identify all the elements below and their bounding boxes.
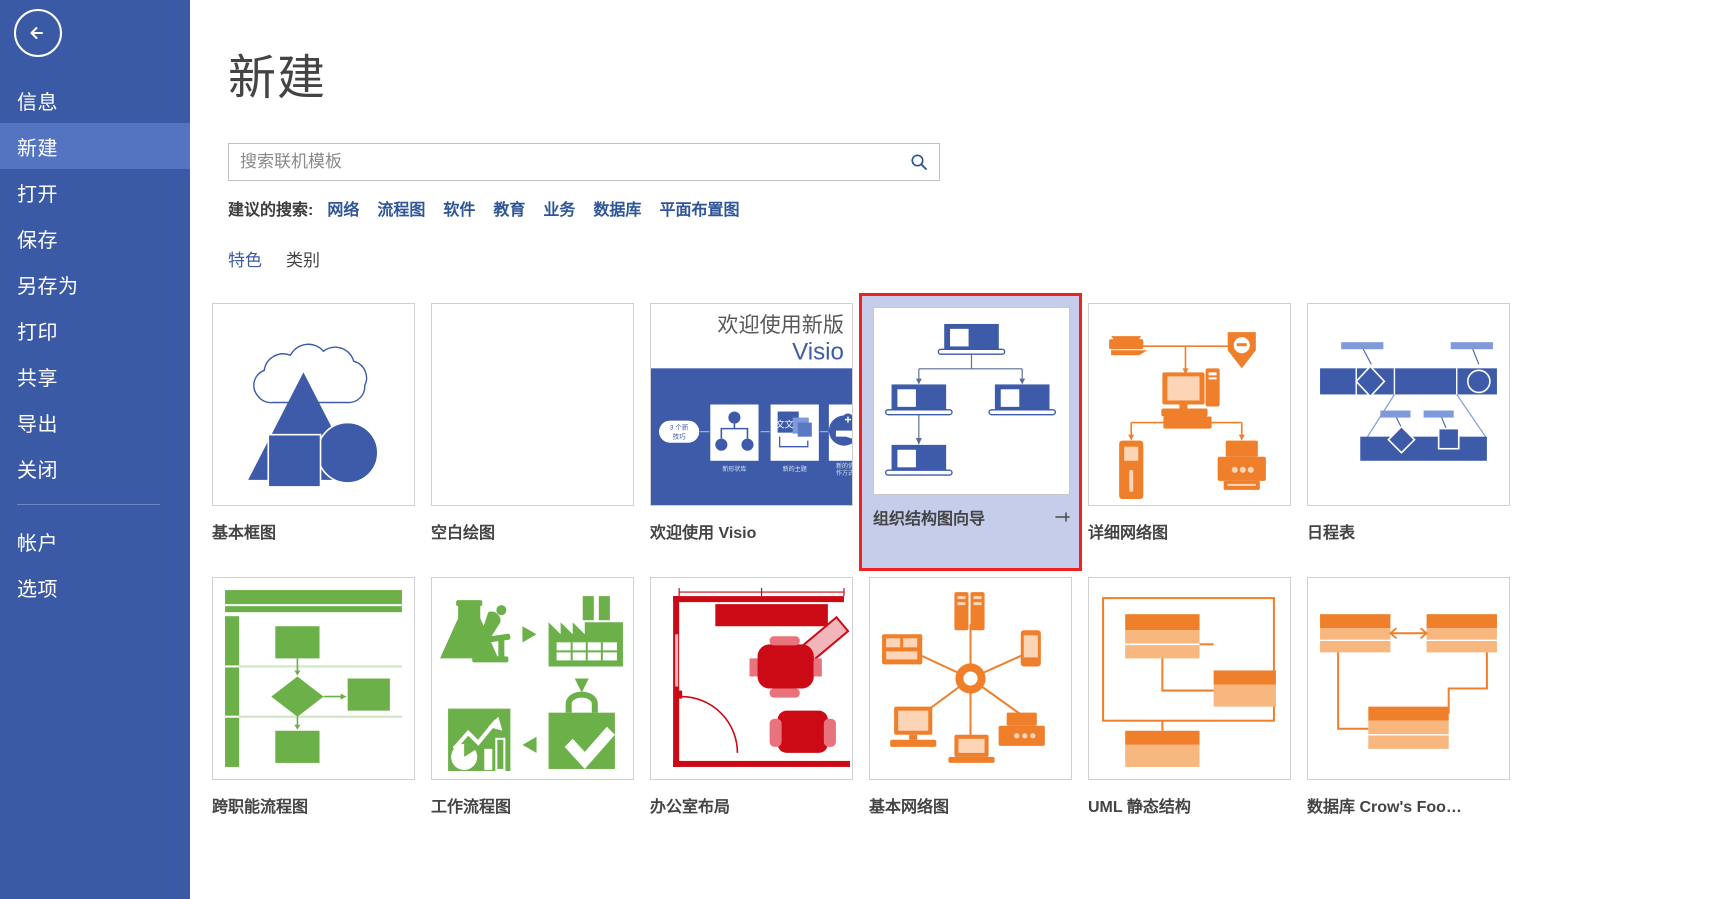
suggested-link-software[interactable]: 软件 — [443, 196, 475, 220]
svg-text:欢迎使用新版: 欢迎使用新版 — [717, 313, 844, 337]
template-card-label: 欢迎使用 Visio — [650, 525, 757, 542]
template-card-welcome-visio[interactable]: 欢迎使用新版 Visio 3 个新 技巧 新形状库 文文 新的主题 新的 作方 … — [642, 295, 861, 569]
template-card-basic-diagram[interactable]: 基本框图 — [204, 295, 423, 569]
template-card-org-chart-wizard[interactable]: 组织结构图向导 — [859, 293, 1082, 571]
sidebar-item-label: 导出 — [17, 413, 58, 436]
search-box[interactable] — [228, 143, 940, 181]
sidebar-item-new[interactable]: 新建 — [0, 123, 190, 169]
sidebar-item-label: 选项 — [17, 578, 58, 601]
template-card-label: 数据库 Crow's Foo… — [1307, 799, 1462, 816]
sidebar: 信息 新建 打开 保存 另存为 打印 共享 导出 关闭 帐户 选项 — [0, 0, 190, 899]
back-arrow-icon[interactable] — [14, 9, 62, 57]
template-card-label: 基本网络图 — [869, 799, 950, 816]
template-card-cross-functional[interactable]: 跨职能流程图 — [204, 569, 423, 843]
template-card-detailed-network[interactable]: 详细网络图 — [1080, 295, 1299, 569]
template-thumbnail-detailed-network — [1088, 303, 1291, 506]
template-card-timeline[interactable]: 日程表 — [1299, 295, 1518, 569]
svg-text:文文: 文文 — [776, 419, 794, 430]
sidebar-item-info[interactable]: 信息 — [0, 77, 190, 123]
sidebar-item-close[interactable]: 关闭 — [0, 445, 190, 491]
sidebar-item-options[interactable]: 选项 — [0, 564, 190, 610]
template-card-label: 详细网络图 — [1088, 525, 1169, 542]
template-card-uml-static[interactable]: UML 静态结构 — [1080, 569, 1299, 843]
suggested-link-network[interactable]: 网络 — [327, 196, 359, 220]
template-thumbnail-blank-drawing — [431, 303, 634, 506]
page-title: 新建 — [228, 52, 327, 105]
sidebar-item-saveas[interactable]: 另存为 — [0, 261, 190, 307]
suggested-searches-label: 建议的搜索: — [228, 202, 314, 219]
visio-backstage-new-screen: 信息 新建 打开 保存 另存为 打印 共享 导出 关闭 帐户 选项 新建 搜索联… — [0, 0, 1712, 899]
svg-text:作方式: 作方式 — [836, 469, 852, 477]
suggested-link-database[interactable]: 数据库 — [593, 196, 641, 220]
search-input[interactable] — [229, 144, 899, 180]
sidebar-item-label: 另存为 — [17, 275, 79, 298]
tab-categories[interactable]: 类别 — [286, 246, 320, 273]
sidebar-item-share[interactable]: 共享 — [0, 353, 190, 399]
suggested-link-flowchart[interactable]: 流程图 — [377, 196, 425, 220]
template-thumbnail-uml-static — [1088, 577, 1291, 780]
suggested-link-education[interactable]: 教育 — [493, 196, 525, 220]
template-card-label: 办公室布局 — [650, 799, 731, 816]
sidebar-item-print[interactable]: 打印 — [0, 307, 190, 353]
sidebar-item-label: 打印 — [17, 321, 58, 344]
sidebar-divider — [17, 504, 160, 505]
template-thumbnail-basic-network — [869, 577, 1072, 780]
sidebar-item-label: 共享 — [17, 367, 58, 390]
pin-icon[interactable] — [1054, 509, 1070, 525]
sidebar-item-label: 打开 — [17, 183, 58, 206]
template-card-label: 组织结构图向导 — [873, 511, 986, 528]
template-thumbnail-cross-functional — [212, 577, 415, 780]
template-thumbnail-work-flow — [431, 577, 634, 780]
template-thumbnail-basic-diagram — [212, 303, 415, 506]
template-card-label: 基本框图 — [212, 525, 277, 542]
svg-text:新的主题: 新的主题 — [783, 465, 807, 473]
template-card-basic-network[interactable]: 基本网络图 — [861, 569, 1080, 843]
sidebar-item-save[interactable]: 保存 — [0, 215, 190, 261]
template-card-office-layout[interactable]: 办公室布局 — [642, 569, 861, 843]
template-card-work-flow[interactable]: 工作流程图 — [423, 569, 642, 843]
tabs: 特色 类别 — [228, 246, 1712, 273]
sidebar-item-label: 信息 — [17, 91, 58, 114]
sidebar-item-label: 帐户 — [17, 532, 58, 555]
template-card-blank-drawing[interactable]: 空白绘图 — [423, 295, 642, 569]
template-thumbnail-welcome-visio: 欢迎使用新版 Visio 3 个新 技巧 新形状库 文文 新的主题 新的 作方 — [650, 303, 853, 506]
template-thumbnail-crows-foot — [1307, 577, 1510, 780]
sidebar-item-label: 新建 — [17, 137, 58, 160]
template-card-label-row: 组织结构图向导 — [873, 505, 1070, 529]
svg-text:Visio: Visio — [792, 338, 844, 365]
template-thumbnail-office-layout — [650, 577, 853, 780]
svg-text:3 个新: 3 个新 — [670, 423, 689, 432]
template-card-label: 工作流程图 — [431, 799, 512, 816]
template-card-label: UML 静态结构 — [1088, 799, 1191, 816]
sidebar-item-export[interactable]: 导出 — [0, 399, 190, 445]
tab-featured[interactable]: 特色 — [228, 246, 262, 273]
svg-text:新的协: 新的协 — [836, 462, 852, 470]
sidebar-item-label: 保存 — [17, 229, 58, 252]
main-content: 新建 建议的搜索: 网络 流程图 软件 教育 业务 数据库 平面布置图 — [190, 0, 1712, 899]
template-card-crows-foot[interactable]: 数据库 Crow's Foo… — [1299, 569, 1518, 843]
template-grid: 基本框图 空白绘图 欢迎使用新版 Visio 3 个新 技巧 新形状库 文文 新… — [204, 293, 1712, 843]
template-thumbnail-org-chart-wizard — [873, 307, 1070, 495]
template-card-label: 日程表 — [1307, 525, 1356, 542]
search-icon[interactable] — [899, 144, 939, 180]
sidebar-item-label: 关闭 — [17, 459, 58, 482]
sidebar-nav: 信息 新建 打开 保存 另存为 打印 共享 导出 关闭 帐户 选项 — [0, 77, 190, 610]
svg-text:新形状库: 新形状库 — [722, 465, 746, 473]
template-card-label: 跨职能流程图 — [212, 799, 309, 816]
suggested-searches: 建议的搜索: 网络 流程图 软件 教育 业务 数据库 平面布置图 — [228, 196, 1712, 220]
suggested-link-floorplan[interactable]: 平面布置图 — [659, 196, 739, 220]
search-row — [228, 143, 1712, 181]
svg-text:技巧: 技巧 — [673, 432, 687, 441]
sidebar-item-open[interactable]: 打开 — [0, 169, 190, 215]
template-thumbnail-timeline — [1307, 303, 1510, 506]
sidebar-item-account[interactable]: 帐户 — [0, 518, 190, 564]
suggested-link-business[interactable]: 业务 — [543, 196, 575, 220]
template-card-label: 空白绘图 — [431, 525, 496, 542]
